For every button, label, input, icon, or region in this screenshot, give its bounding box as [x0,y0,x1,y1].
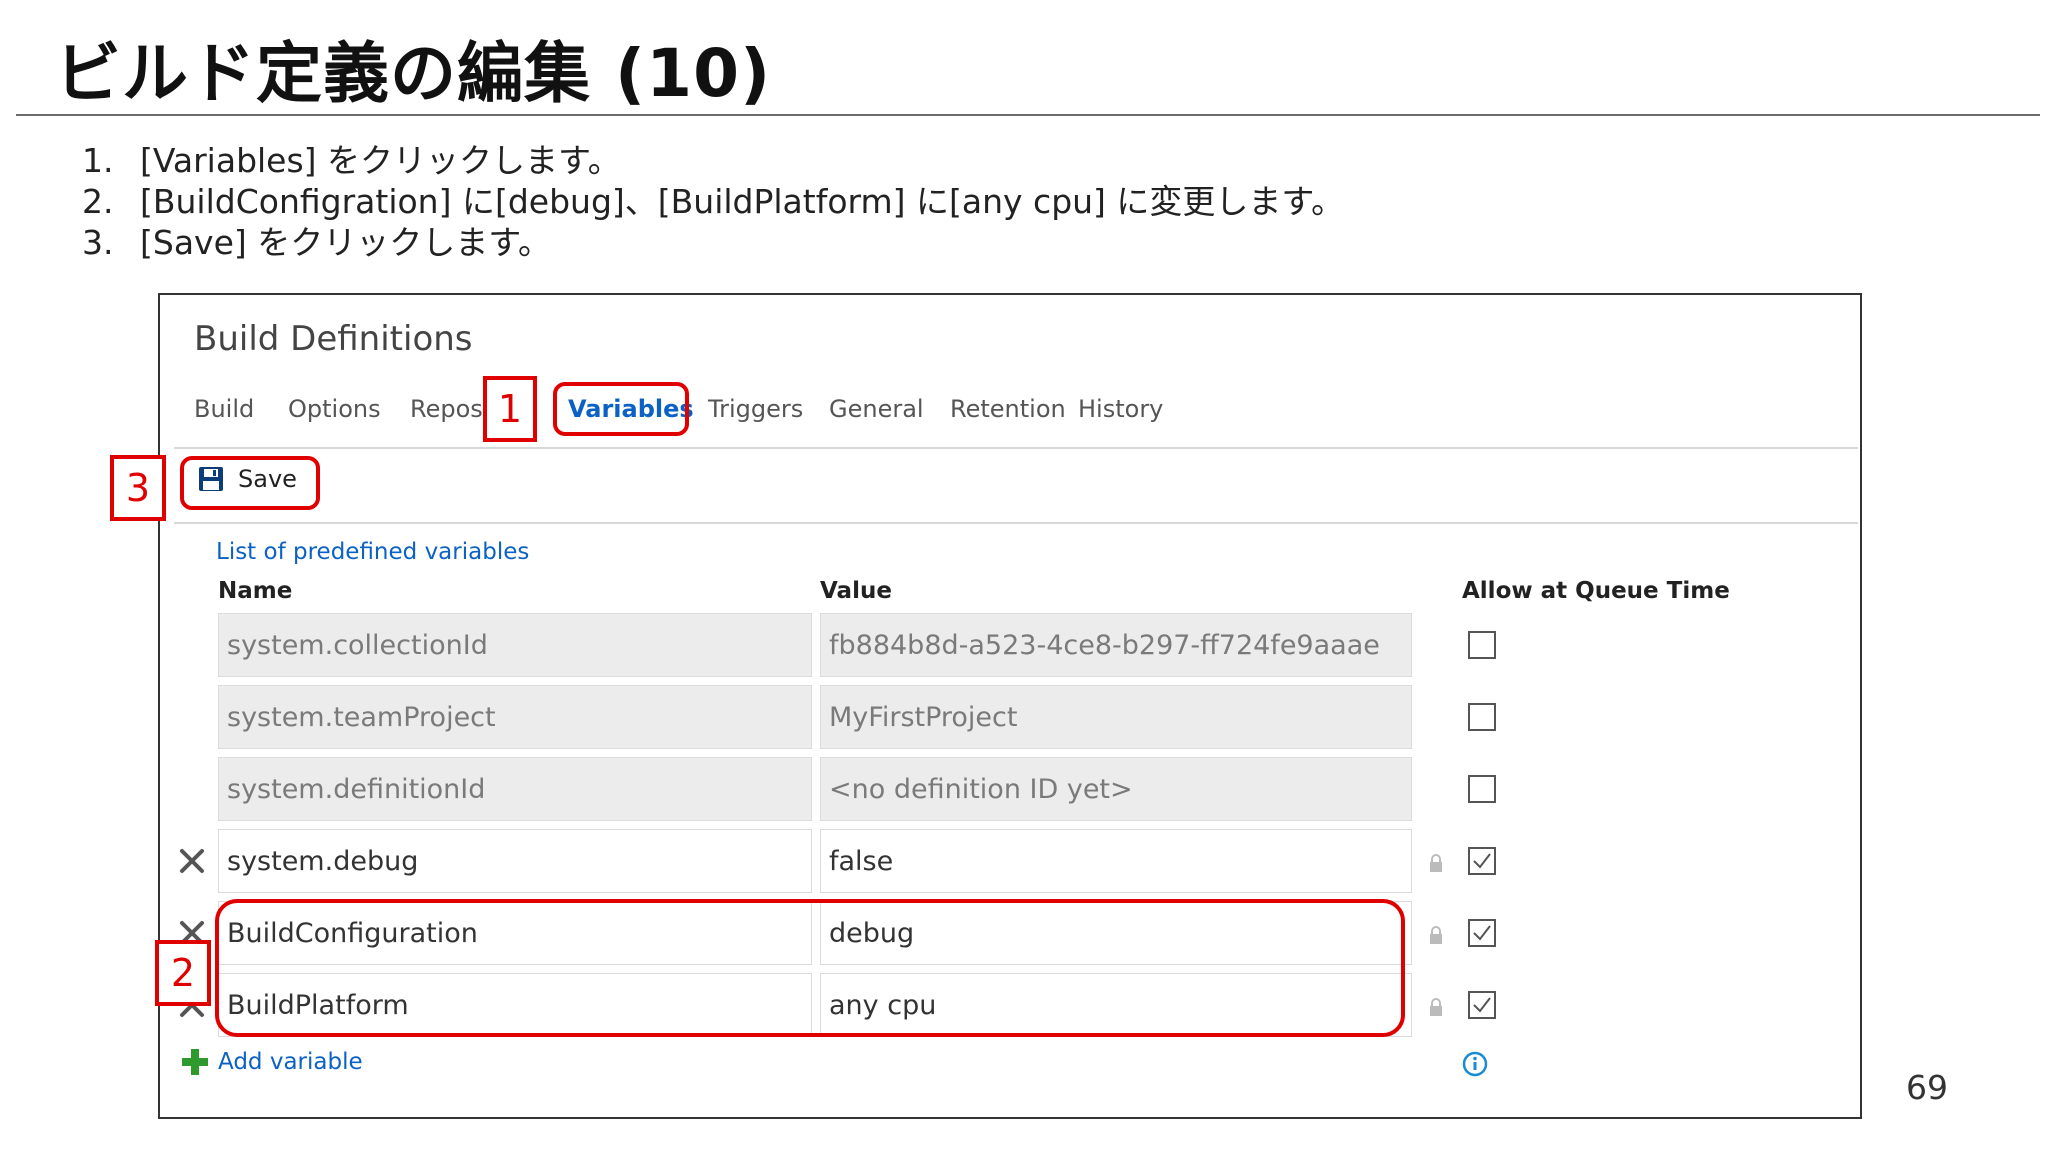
instruction-step: 1. [Variables] をクリックします。 [82,140,1344,181]
tab-history[interactable]: History [1078,395,1163,423]
tab-general[interactable]: General [829,395,924,423]
x-delete-icon[interactable] [178,847,206,875]
save-label: Save [238,465,297,493]
variable-name-field: system.teamProject [218,685,812,749]
slide: ビルド定義の編集 (10) 1. [Variables] をクリックします。 2… [0,0,2048,1152]
column-header-name: Name [218,578,293,604]
variable-value-field: fb884b8d-a523-4ce8-b297-ff724fe9aaae [820,613,1412,677]
allow-queue-checkbox[interactable] [1468,991,1496,1019]
step-text: [Variables] をクリックします。 [140,141,621,180]
tab-repository[interactable]: Reposi [410,395,489,423]
step-text: [Save] をクリックします。 [140,223,551,262]
callout-1: 1 [483,376,537,442]
variable-name-field: system.collectionId [218,613,812,677]
add-variable-button[interactable]: Add variable [180,1047,363,1077]
tab-variables[interactable]: Variables [568,395,694,423]
variable-name-field: system.definitionId [218,757,812,821]
variable-value-field: MyFirstProject [820,685,1412,749]
lock-icon[interactable] [1428,997,1444,1017]
checkmark-icon [1473,997,1491,1013]
table-row: system.teamProject MyFirstProject [160,685,1860,751]
instruction-step: 3. [Save] をクリックします。 [82,222,1344,263]
variable-name-field[interactable]: system.debug [218,829,812,893]
tab-options[interactable]: Options [288,395,381,423]
table-row: system.definitionId <no definition ID ye… [160,757,1860,823]
tabs-divider [174,447,1858,449]
allow-queue-checkbox[interactable] [1468,631,1496,659]
tab-retention[interactable]: Retention [950,395,1066,423]
variable-value-field[interactable]: false [820,829,1412,893]
table-row: system.debug false [160,829,1860,895]
toolbar-divider [174,522,1858,524]
save-button[interactable]: Save [198,465,297,493]
plus-icon [182,1049,208,1075]
step-text: [BuildConfigration] に[debug]、[BuildPlatf… [140,182,1345,221]
info-icon[interactable] [1462,1051,1488,1077]
checkmark-icon [1473,853,1491,869]
allow-queue-checkbox[interactable] [1468,847,1496,875]
lock-icon[interactable] [1428,925,1444,945]
column-header-allow: Allow at Queue Time [1462,578,1730,604]
checkmark-icon [1473,925,1491,941]
column-header-value: Value [820,578,892,604]
callout-3: 3 [110,455,166,521]
table-row: system.collectionId fb884b8d-a523-4ce8-b… [160,613,1860,679]
callout-2: 2 [155,940,211,1006]
title-divider [16,114,2040,116]
step-number: 1. [82,141,114,180]
build-definition-screenshot: Build Definitions Build Options Reposi V… [158,293,1862,1119]
instruction-list: 1. [Variables] をクリックします。 2. [BuildConfig… [82,140,1344,263]
instruction-step: 2. [BuildConfigration] に[debug]、[BuildPl… [82,181,1344,222]
add-variable-label: Add variable [218,1049,363,1075]
step-number: 3. [82,223,114,262]
variable-name-field[interactable]: BuildPlatform [218,973,812,1037]
tab-triggers[interactable]: Triggers [708,395,803,423]
step-number: 2. [82,182,114,221]
tab-build[interactable]: Build [194,395,254,423]
variable-name-field[interactable]: BuildConfiguration [218,901,812,965]
lock-icon[interactable] [1428,853,1444,873]
page-title: Build Definitions [194,319,473,359]
variable-value-field[interactable]: debug [820,901,1412,965]
allow-queue-checkbox[interactable] [1468,703,1496,731]
page-number: 69 [1906,1068,1948,1107]
table-row: BuildPlatform any cpu [160,973,1860,1039]
allow-queue-checkbox[interactable] [1468,919,1496,947]
slide-title: ビルド定義の編集 (10) [55,35,772,112]
table-row: BuildConfiguration debug [160,901,1860,967]
predefined-variables-link[interactable]: List of predefined variables [216,539,529,565]
allow-queue-checkbox[interactable] [1468,775,1496,803]
variable-value-field[interactable]: any cpu [820,973,1412,1037]
floppy-disk-icon [199,467,223,491]
variable-value-field: <no definition ID yet> [820,757,1412,821]
